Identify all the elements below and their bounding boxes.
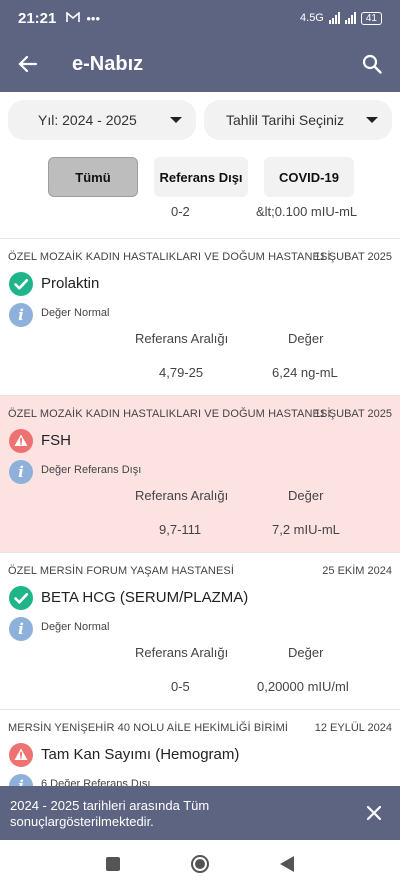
close-icon — [366, 805, 382, 821]
hospital-name: MERSİN YENİŞEHİR 40 NOLU AİLE HEKİMLİĞİ … — [8, 722, 289, 734]
test-name: FSH — [41, 432, 71, 449]
hospital-name: ÖZEL MOZAİK KADIN HASTALIKLARI VE DOĞUM … — [8, 251, 331, 263]
home-circle-icon — [190, 855, 209, 873]
result-note: Değer Normal — [41, 621, 110, 633]
result-date: 25 EKİM 2024 — [322, 565, 392, 577]
filter-tabs: Tümü Referans Dışı COVID-19 — [48, 157, 354, 197]
search-icon — [362, 54, 382, 74]
square-icon — [106, 857, 121, 871]
search-button[interactable] — [344, 36, 400, 92]
arrow-left-icon — [18, 55, 38, 73]
tab-all[interactable]: Tümü — [48, 157, 138, 197]
date-dropdown[interactable]: Tahlil Tarihi Seçiniz — [204, 100, 392, 140]
range-label: Referans Aralığı — [135, 331, 229, 346]
result-value: 7,2 mIU-mL — [272, 522, 340, 537]
result-date: 11 ŞUBAT 2025 — [314, 251, 392, 263]
system-back-button[interactable] — [267, 844, 307, 884]
mail-icon — [66, 10, 81, 26]
result-card[interactable]: ÖZEL MERSİN FORUM YAŞAM HASTANESİ 25 EKİ… — [0, 552, 400, 709]
test-name: Tam Kan Sayımı (Hemogram) — [41, 746, 240, 763]
home-button[interactable] — [180, 844, 220, 884]
info-icon: i — [9, 617, 33, 641]
hospital-name: ÖZEL MERSİN FORUM YAŞAM HASTANESİ — [8, 565, 234, 577]
status-right: 4.5G 41 — [300, 11, 382, 25]
result-value: 6,24 ng-mL — [272, 365, 338, 380]
filter-bar: Yıl: 2024 - 2025 Tahlil Tarihi Seçiniz — [8, 100, 392, 140]
year-dropdown-label: Yıl: 2024 - 2025 — [38, 112, 137, 128]
result-value: 0,20000 mIU/ml — [257, 679, 349, 694]
check-circle-icon — [9, 586, 33, 610]
range-value: 9,7-111 — [159, 522, 202, 537]
value-label: Değer — [288, 645, 324, 660]
more-notifications-icon: ••• — [86, 10, 101, 26]
status-bar: 21:21 ••• 4.5G 41 — [0, 0, 400, 36]
snackbar: 2024 - 2025 tarihleri arasında Tüm sonuç… — [0, 786, 400, 840]
network-type: 4.5G — [300, 12, 324, 24]
triangle-back-icon — [279, 856, 294, 872]
warning-icon — [9, 429, 33, 453]
warning-icon — [9, 743, 33, 767]
hospital-name: ÖZEL MOZAİK KADIN HASTALIKLARI VE DOĞUM … — [8, 408, 331, 420]
tab-out-of-range[interactable]: Referans Dışı — [154, 157, 248, 197]
check-circle-icon — [9, 272, 33, 296]
test-name: Prolaktin — [41, 275, 100, 292]
result-date: 12 EYLÜL 2024 — [314, 722, 392, 734]
result-note: Değer Referans Dışı — [41, 464, 142, 476]
result-card[interactable]: ÖZEL MOZAİK KADIN HASTALIKLARI VE DOĞUM … — [0, 238, 400, 395]
app-bar: e-Nabız — [0, 36, 400, 92]
range-value: 4,79-25 — [159, 365, 204, 380]
battery-icon: 41 — [360, 11, 382, 25]
result-card[interactable]: ÖZEL MOZAİK KADIN HASTALIKLARI VE DOĞUM … — [0, 395, 400, 552]
range-label: Referans Aralığı — [135, 488, 229, 503]
info-icon: i — [9, 460, 33, 484]
recents-button[interactable] — [93, 844, 133, 884]
page-title: e-Nabız — [72, 52, 144, 75]
range-value: 0-5 — [171, 679, 190, 694]
date-dropdown-label: Tahlil Tarihi Seçiniz — [226, 112, 345, 128]
value-label: Değer — [288, 488, 324, 503]
info-icon: i — [9, 303, 33, 327]
test-name: BETA HCG (SERUM/PLAZMA) — [41, 589, 249, 606]
signal-icon — [328, 12, 340, 24]
caret-down-icon — [366, 117, 378, 123]
result-note: Değer Normal — [41, 307, 110, 319]
snackbar-close-button[interactable] — [360, 799, 388, 827]
partial-result-row: 0-2 &lt;0.100 mIU-mL — [0, 204, 400, 222]
range-label: Referans Aralığı — [135, 645, 229, 660]
value-label: Değer — [288, 331, 324, 346]
tab-covid[interactable]: COVID-19 — [264, 157, 354, 197]
partial-value: &lt;0.100 mIU-mL — [256, 204, 358, 219]
signal-icon-2 — [344, 12, 356, 24]
partial-range: 0-2 — [171, 204, 190, 219]
snackbar-message: 2024 - 2025 tarihleri arasında Tüm sonuç… — [10, 798, 210, 829]
system-nav-bar — [0, 840, 400, 888]
result-date: 11 ŞUBAT 2025 — [314, 408, 392, 420]
caret-down-icon — [170, 117, 182, 123]
results-list: ÖZEL MOZAİK KADIN HASTALIKLARI VE DOĞUM … — [0, 238, 400, 866]
status-time: 21:21 — [18, 9, 57, 27]
back-button[interactable] — [0, 36, 56, 92]
year-dropdown[interactable]: Yıl: 2024 - 2025 — [8, 100, 196, 140]
